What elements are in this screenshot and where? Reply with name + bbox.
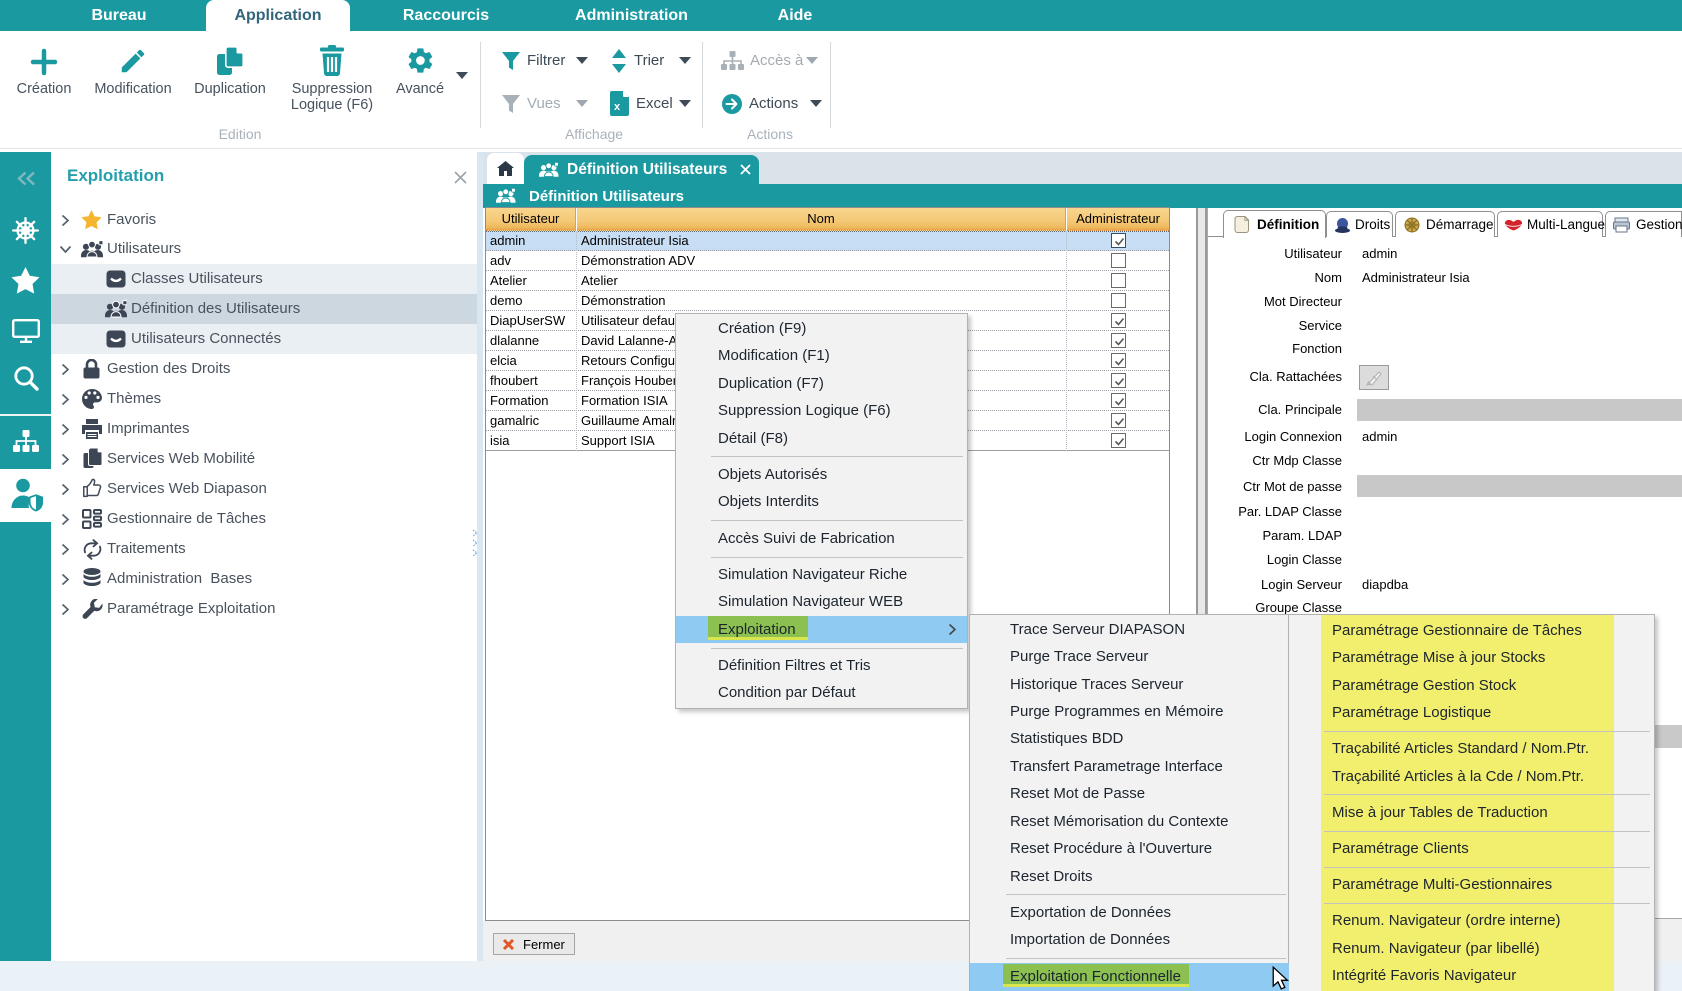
svg-text:x: x: [614, 101, 621, 113]
